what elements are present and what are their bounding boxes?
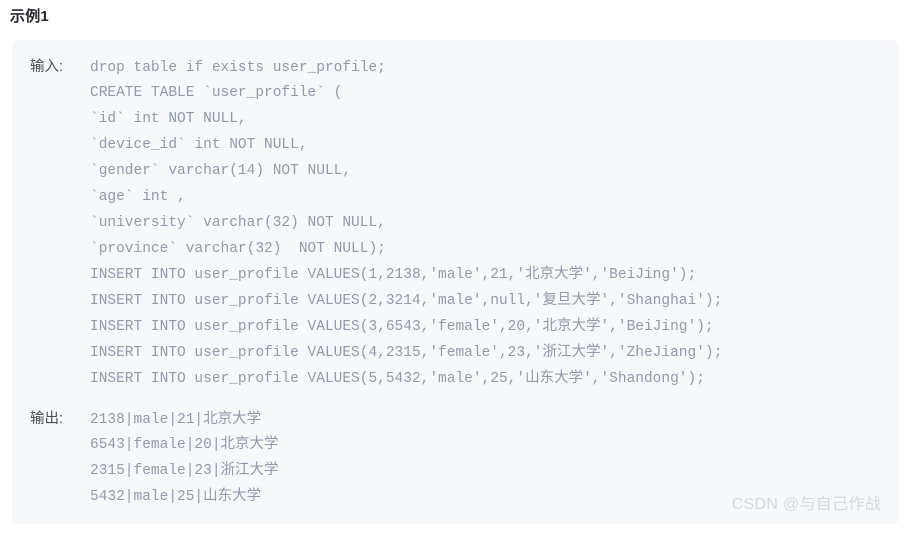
- code-line: INSERT INTO user_profile VALUES(2,3214,'…: [30, 288, 899, 314]
- output-code-line: 2315|female|23|浙江大学: [90, 463, 279, 479]
- code-line: 6543|female|20|北京大学: [30, 432, 899, 458]
- code-line: INSERT INTO user_profile VALUES(1,2138,'…: [30, 262, 899, 288]
- code-line: `age` int ,: [30, 184, 899, 210]
- code-line: `university` varchar(32) NOT NULL,: [30, 210, 899, 236]
- code-line: 输入: drop table if exists user_profile;: [30, 54, 899, 80]
- example-page: 示例1 输入: drop table if exists user_profil…: [0, 0, 911, 538]
- input-code-line: INSERT INTO user_profile VALUES(4,2315,'…: [90, 345, 723, 361]
- output-code-line: 2138|male|21|北京大学: [90, 412, 262, 428]
- input-code-line: `age` int ,: [90, 189, 186, 205]
- input-code-line: INSERT INTO user_profile VALUES(5,5432,'…: [90, 371, 705, 387]
- input-code-line: drop table if exists user_profile;: [90, 60, 386, 76]
- code-line: INSERT INTO user_profile VALUES(3,6543,'…: [30, 314, 899, 340]
- code-line: 输出: 2138|male|21|北京大学: [30, 406, 899, 432]
- input-code-line: `gender` varchar(14) NOT NULL,: [90, 163, 352, 179]
- input-code-line: `id` int NOT NULL,: [90, 111, 247, 127]
- code-line: `gender` varchar(14) NOT NULL,: [30, 158, 899, 184]
- input-label: 输入:: [30, 59, 64, 75]
- input-code-line: `university` varchar(32) NOT NULL,: [90, 215, 386, 231]
- csdn-watermark: CSDN @与自己作战: [731, 496, 881, 513]
- code-line: `province` varchar(32) NOT NULL);: [30, 236, 899, 262]
- page-title: 示例1: [10, 8, 49, 25]
- code-block: 输入: drop table if exists user_profile; C…: [12, 40, 899, 524]
- code-line: INSERT INTO user_profile VALUES(5,5432,'…: [30, 366, 899, 392]
- input-code-line: `device_id` int NOT NULL,: [90, 137, 308, 153]
- code-line: `device_id` int NOT NULL,: [30, 132, 899, 158]
- code-line: 2315|female|23|浙江大学: [30, 458, 899, 484]
- input-code-line: INSERT INTO user_profile VALUES(1,2138,'…: [90, 267, 697, 283]
- input-code-line: CREATE TABLE `user_profile` (: [90, 85, 343, 101]
- code-line: CREATE TABLE `user_profile` (: [30, 80, 899, 106]
- input-code-line: INSERT INTO user_profile VALUES(2,3214,'…: [90, 293, 723, 309]
- code-block-content: 输入: drop table if exists user_profile; C…: [30, 54, 899, 524]
- input-code-line: INSERT INTO user_profile VALUES(3,6543,'…: [90, 319, 714, 335]
- output-code-line: 6543|female|20|北京大学: [90, 437, 279, 453]
- output-label: 输出:: [30, 411, 64, 427]
- input-code-line: `province` varchar(32) NOT NULL);: [90, 241, 386, 257]
- code-line: `id` int NOT NULL,: [30, 106, 899, 132]
- code-line: INSERT INTO user_profile VALUES(4,2315,'…: [30, 340, 899, 366]
